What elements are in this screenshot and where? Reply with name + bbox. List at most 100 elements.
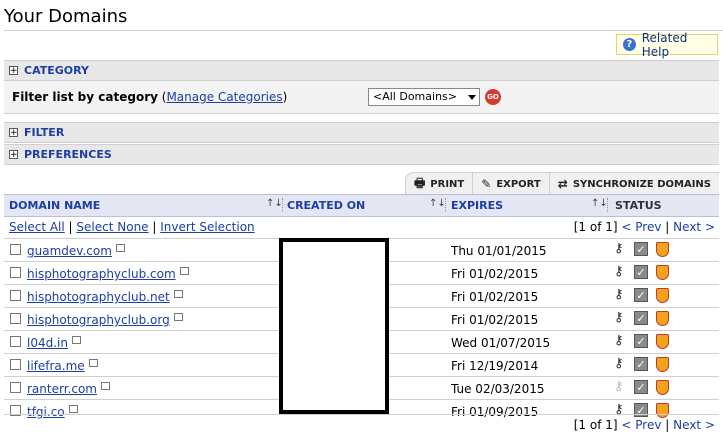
row-checkbox[interactable] bbox=[10, 267, 21, 278]
column-divider bbox=[282, 198, 284, 212]
expires-date: Fri 01/02/2015 bbox=[451, 313, 539, 327]
preferences-section-header[interactable]: + PREFERENCES bbox=[4, 144, 719, 165]
row-checkbox[interactable] bbox=[10, 244, 21, 255]
expires-date: Fri 01/02/2015 bbox=[451, 267, 539, 281]
lock-status-icon[interactable]: ⚷ bbox=[614, 380, 628, 394]
domain-link[interactable]: hisphotographyclub.org bbox=[27, 313, 170, 327]
lock-status-icon[interactable]: ⚷ bbox=[614, 311, 628, 325]
category-select[interactable]: <All Domains> bbox=[368, 88, 480, 106]
domain-link[interactable]: guamdev.com bbox=[27, 244, 112, 258]
note-icon[interactable] bbox=[68, 405, 78, 413]
shield-status-icon[interactable] bbox=[656, 380, 669, 395]
check-status-icon[interactable]: ✓ bbox=[634, 357, 648, 371]
expand-icon: + bbox=[9, 128, 18, 138]
check-status-icon[interactable]: ✓ bbox=[634, 380, 648, 394]
title-divider bbox=[4, 30, 723, 31]
lock-status-icon[interactable]: ⚷ bbox=[614, 288, 628, 302]
domain-toolbar: 🖶 PRINT ✎ EXPORT ⇄ SYNCHRONIZE DOMAINS bbox=[404, 172, 719, 195]
table-bottom-divider bbox=[4, 414, 719, 415]
related-help-button[interactable]: ? Related Help bbox=[616, 31, 718, 59]
shield-status-icon[interactable] bbox=[656, 242, 669, 257]
note-icon[interactable] bbox=[173, 313, 183, 321]
table-header: DOMAIN NAME ↑↓ CREATED ON ↑↓ EXPIRES ↑↓ … bbox=[4, 194, 719, 217]
expires-date: Fri 01/02/2015 bbox=[451, 290, 539, 304]
expires-date: Tue 02/03/2015 bbox=[451, 382, 545, 396]
lock-status-icon[interactable]: ⚷ bbox=[614, 357, 628, 371]
page-position: [1 of 1] bbox=[573, 220, 618, 234]
expires-date: Fri 01/09/2015 bbox=[451, 405, 539, 419]
note-icon[interactable] bbox=[71, 336, 81, 344]
pager-bottom: [1 of 1] < Prev | Next > bbox=[574, 418, 715, 432]
check-status-icon[interactable]: ✓ bbox=[634, 311, 648, 325]
shield-status-icon[interactable] bbox=[656, 334, 669, 349]
next-link[interactable]: Next > bbox=[673, 220, 715, 234]
export-button[interactable]: ✎ EXPORT bbox=[473, 173, 550, 195]
domain-link[interactable]: l04d.in bbox=[27, 336, 68, 350]
sort-icon[interactable]: ↑↓ bbox=[266, 198, 283, 209]
lock-status-icon[interactable]: ⚷ bbox=[614, 242, 628, 256]
note-icon[interactable] bbox=[88, 359, 98, 367]
check-status-icon[interactable]: ✓ bbox=[634, 334, 648, 348]
filter-section-label: FILTER bbox=[24, 126, 65, 139]
separator: | bbox=[665, 418, 670, 432]
row-checkbox[interactable] bbox=[10, 382, 21, 393]
sort-icon[interactable]: ↑↓ bbox=[429, 198, 446, 209]
note-icon[interactable] bbox=[179, 267, 189, 275]
expand-icon: + bbox=[9, 150, 18, 160]
shield-status-icon[interactable] bbox=[656, 265, 669, 280]
shield-status-icon[interactable] bbox=[656, 357, 669, 372]
shield-status-icon[interactable] bbox=[656, 311, 669, 326]
separator: | bbox=[665, 220, 670, 234]
expires-date: Fri 12/19/2014 bbox=[451, 359, 539, 373]
separator: | bbox=[68, 220, 73, 234]
sync-label: SYNCHRONIZE DOMAINS bbox=[572, 178, 711, 190]
filter-section-header[interactable]: + FILTER bbox=[4, 122, 719, 143]
category-section-label: CATEGORY bbox=[24, 64, 89, 77]
note-icon[interactable] bbox=[100, 382, 110, 390]
domain-link[interactable]: lifefra.me bbox=[27, 359, 85, 373]
col-created-on[interactable]: CREATED ON bbox=[287, 199, 365, 212]
column-divider bbox=[445, 198, 447, 212]
row-checkbox[interactable] bbox=[10, 359, 21, 370]
prev-link[interactable]: < Prev bbox=[621, 220, 661, 234]
domain-link[interactable]: tfgi.co bbox=[27, 405, 65, 419]
select-none-link[interactable]: Select None bbox=[76, 220, 148, 234]
check-status-icon[interactable]: ✓ bbox=[634, 288, 648, 302]
page-title: Your Domains bbox=[4, 6, 128, 27]
page-position: [1 of 1] bbox=[573, 418, 618, 432]
domain-link[interactable]: hisphotographyclub.net bbox=[27, 290, 170, 304]
lock-status-icon[interactable]: ⚷ bbox=[614, 265, 628, 279]
filter-by-category: Filter list by category (Manage Categori… bbox=[12, 90, 287, 104]
shield-status-icon[interactable] bbox=[656, 403, 669, 418]
row-checkbox[interactable] bbox=[10, 290, 21, 301]
synchronize-domains-button[interactable]: ⇄ SYNCHRONIZE DOMAINS bbox=[550, 173, 719, 195]
note-icon[interactable] bbox=[115, 244, 125, 252]
go-button[interactable]: GO bbox=[485, 89, 501, 105]
col-expires[interactable]: EXPIRES bbox=[451, 199, 503, 212]
column-divider bbox=[607, 198, 609, 212]
print-button[interactable]: 🖶 PRINT bbox=[406, 173, 474, 195]
row-checkbox[interactable] bbox=[10, 313, 21, 324]
domain-link[interactable]: hisphotographyclub.com bbox=[27, 267, 176, 281]
category-section-header[interactable]: + CATEGORY bbox=[4, 60, 719, 81]
invert-selection-link[interactable]: Invert Selection bbox=[160, 220, 254, 234]
col-domain-name[interactable]: DOMAIN NAME bbox=[9, 199, 100, 212]
category-filter-panel: Filter list by category (Manage Categori… bbox=[4, 81, 719, 114]
note-icon[interactable] bbox=[173, 290, 183, 298]
export-label: EXPORT bbox=[496, 178, 541, 190]
check-status-icon[interactable]: ✓ bbox=[634, 265, 648, 279]
dropdown-arrow-icon bbox=[468, 95, 476, 100]
shield-status-icon[interactable] bbox=[656, 288, 669, 303]
expand-icon: + bbox=[9, 66, 18, 76]
print-label: PRINT bbox=[430, 178, 465, 190]
domain-link[interactable]: ranterr.com bbox=[27, 382, 97, 396]
lock-status-icon[interactable]: ⚷ bbox=[614, 334, 628, 348]
manage-categories-link[interactable]: Manage Categories bbox=[166, 90, 282, 104]
prev-link[interactable]: < Prev bbox=[621, 418, 661, 432]
check-status-icon[interactable]: ✓ bbox=[634, 242, 648, 256]
next-link[interactable]: Next > bbox=[673, 418, 715, 432]
expires-date: Thu 01/01/2015 bbox=[451, 244, 547, 258]
sort-icon[interactable]: ↑↓ bbox=[591, 198, 608, 209]
row-checkbox[interactable] bbox=[10, 336, 21, 347]
select-all-link[interactable]: Select All bbox=[9, 220, 65, 234]
